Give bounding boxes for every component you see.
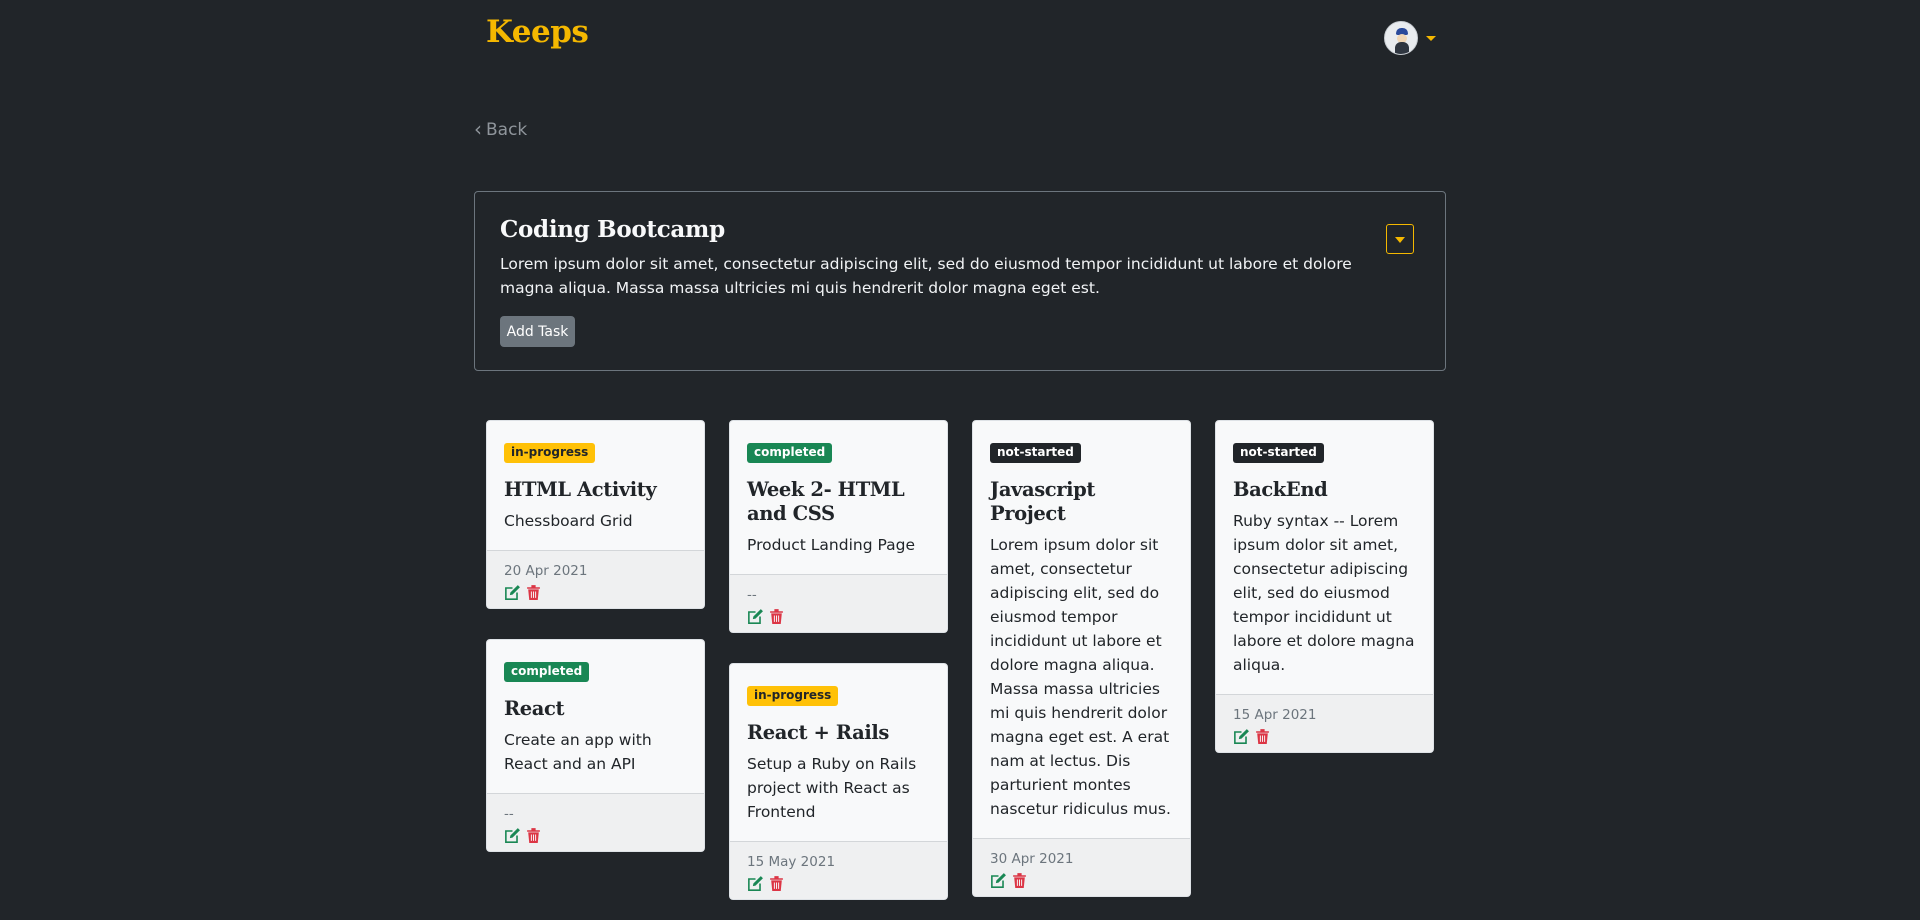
project-panel: Coding Bootcamp Lorem ipsum dolor sit am… bbox=[474, 191, 1446, 371]
trash-icon[interactable] bbox=[768, 875, 785, 892]
task-title: HTML Activity bbox=[504, 478, 657, 501]
trash-icon[interactable] bbox=[1254, 728, 1271, 745]
due-date: 15 May 2021 bbox=[747, 854, 836, 870]
task-title: Javascript Project bbox=[990, 478, 1096, 525]
trash-icon[interactable] bbox=[768, 608, 785, 625]
edit-icon[interactable] bbox=[990, 872, 1007, 889]
navbar: Keeps bbox=[0, 0, 1920, 80]
task-footer: 15 May 2021 bbox=[730, 841, 947, 899]
task-card: not-started Javascript Project Lorem ips… bbox=[972, 420, 1191, 897]
avatar-icon[interactable] bbox=[1384, 21, 1418, 55]
due-date: 15 Apr 2021 bbox=[1233, 707, 1317, 723]
edit-icon[interactable] bbox=[747, 608, 764, 625]
task-footer: 20 Apr 2021 bbox=[487, 550, 704, 608]
task-footer: 30 Apr 2021 bbox=[973, 838, 1190, 896]
task-card: in-progress React + Rails Setup a Ruby o… bbox=[729, 663, 948, 900]
due-date: 30 Apr 2021 bbox=[990, 851, 1074, 867]
edit-icon[interactable] bbox=[1233, 728, 1250, 745]
edit-icon[interactable] bbox=[504, 584, 521, 601]
task-card: completed Week 2- HTML and CSS Product L… bbox=[729, 420, 948, 633]
user-menu-toggle[interactable] bbox=[1384, 21, 1436, 55]
task-description: Chessboard Grid bbox=[504, 512, 633, 530]
status-badge: not-started bbox=[990, 443, 1081, 463]
project-title: Coding Bootcamp bbox=[500, 216, 725, 243]
status-badge: in-progress bbox=[504, 443, 596, 463]
task-title: React + Rails bbox=[747, 721, 889, 744]
project-menu-toggle[interactable] bbox=[1386, 224, 1414, 254]
trash-icon[interactable] bbox=[525, 827, 542, 844]
status-badge: in-progress bbox=[747, 686, 839, 706]
caret-down-icon bbox=[1426, 35, 1436, 41]
chevron-left-icon: ‹ bbox=[474, 117, 482, 141]
trash-icon[interactable] bbox=[1011, 872, 1028, 889]
status-badge: completed bbox=[504, 662, 590, 682]
due-date: -- bbox=[504, 806, 514, 822]
task-card: completed React Create an app with React… bbox=[486, 639, 705, 852]
task-description: Create an app with React and an API bbox=[504, 731, 652, 773]
due-date: -- bbox=[747, 587, 757, 603]
task-title: Week 2- HTML and CSS bbox=[747, 478, 905, 525]
trash-icon[interactable] bbox=[525, 584, 542, 601]
add-task-button[interactable]: Add Task bbox=[500, 316, 575, 347]
task-card: not-started BackEnd Ruby syntax -- Lorem… bbox=[1215, 420, 1434, 753]
project-description: Lorem ipsum dolor sit amet, consectetur … bbox=[500, 255, 1352, 297]
status-badge: not-started bbox=[1233, 443, 1324, 463]
task-footer: -- bbox=[730, 574, 947, 632]
edit-icon[interactable] bbox=[504, 827, 521, 844]
back-label: Back bbox=[486, 120, 528, 140]
task-description: Lorem ipsum dolor sit amet, consectetur … bbox=[990, 536, 1171, 818]
task-description: Setup a Ruby on Rails project with React… bbox=[747, 755, 917, 821]
due-date: 20 Apr 2021 bbox=[504, 563, 588, 579]
task-description: Ruby syntax -- Lorem ipsum dolor sit ame… bbox=[1233, 512, 1415, 674]
task-title: BackEnd bbox=[1233, 478, 1328, 501]
task-footer: -- bbox=[487, 793, 704, 851]
brand-logo[interactable]: Keeps bbox=[486, 14, 589, 50]
task-description: Product Landing Page bbox=[747, 536, 915, 554]
task-card: in-progress HTML Activity Chessboard Gri… bbox=[486, 420, 705, 609]
edit-icon[interactable] bbox=[747, 875, 764, 892]
back-link[interactable]: ‹ Back bbox=[474, 117, 528, 141]
task-footer: 15 Apr 2021 bbox=[1216, 694, 1433, 752]
task-title: React bbox=[504, 697, 565, 720]
status-badge: completed bbox=[747, 443, 833, 463]
